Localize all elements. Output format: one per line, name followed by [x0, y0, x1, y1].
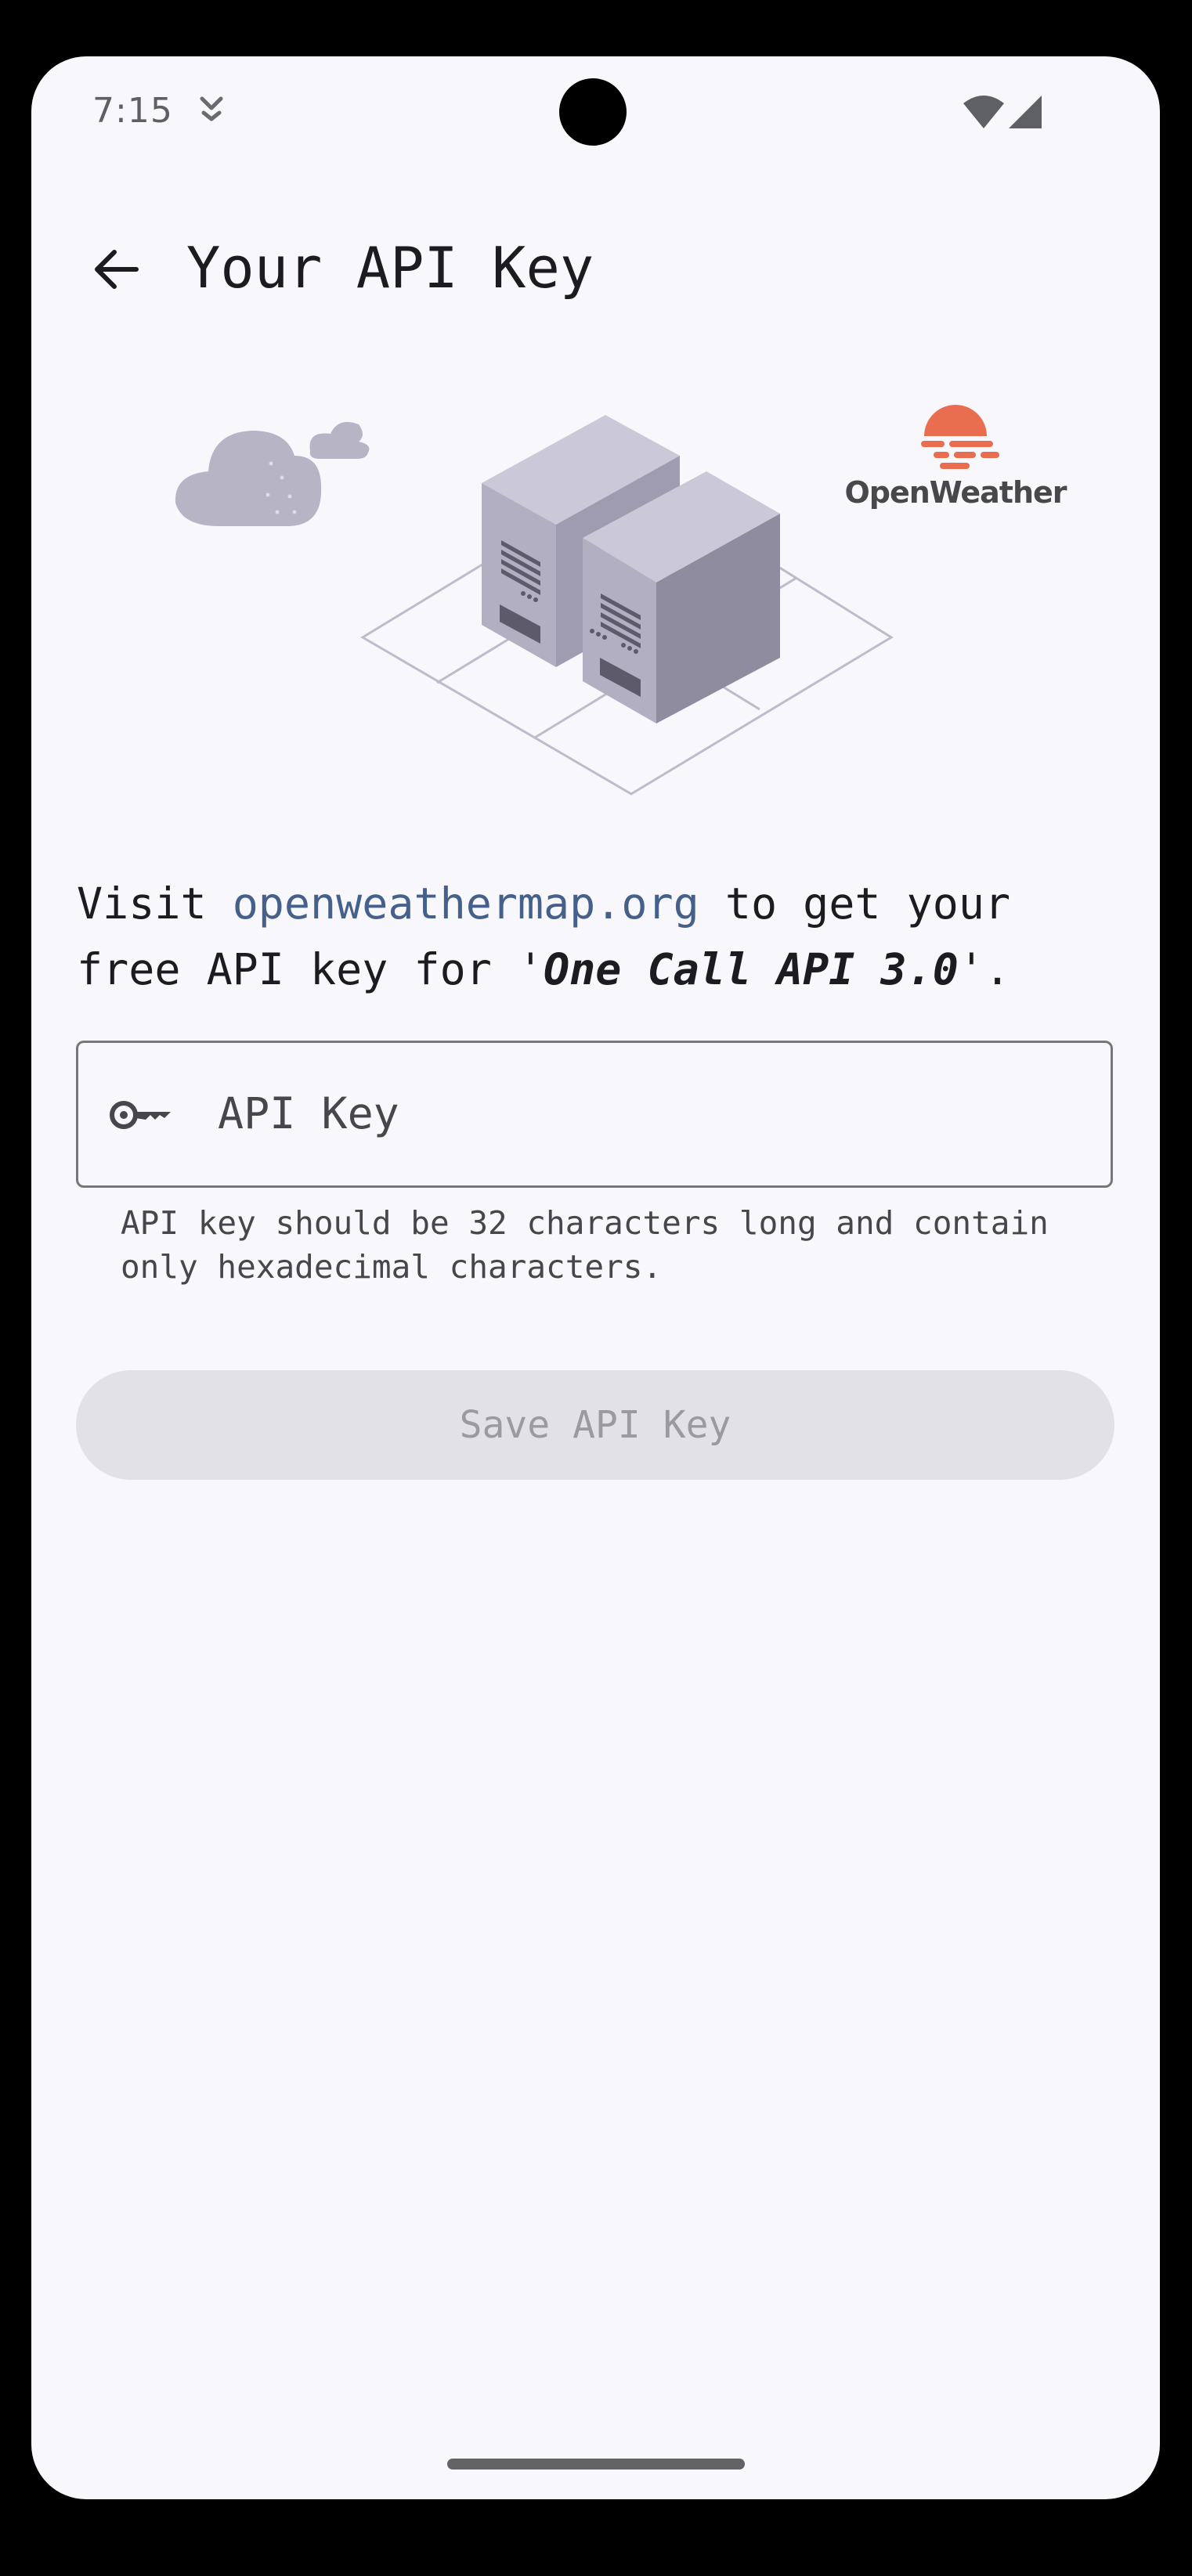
intro-emphasis: One Call API 3.0 [544, 944, 959, 994]
arrow-back-icon [95, 250, 139, 289]
brand-name: OpenWeather [844, 475, 1067, 510]
openweather-logo: OpenWeather [838, 366, 1073, 510]
status-bar: 7:15 [31, 56, 1160, 166]
intro-suffix: '. [958, 944, 1011, 994]
openweathermap-link[interactable]: openweathermap.org [233, 879, 699, 929]
status-time: 7:15 [92, 91, 173, 131]
api-key-helper-text: API key should be 32 characters long and… [121, 1204, 1049, 1286]
device-frame: 7:15 Your API Key OpenWeather Visit open… [0, 0, 1192, 2576]
intro-text: Visit openweathermap.org to get your fre… [77, 871, 1126, 1002]
navigation-gesture-bar[interactable] [447, 2459, 745, 2470]
cloud-icon [175, 421, 370, 526]
save-api-key-button[interactable]: Save API Key [76, 1370, 1114, 1480]
api-key-field[interactable] [76, 1041, 1113, 1188]
back-button[interactable] [77, 230, 155, 308]
sun-icon [921, 405, 999, 469]
notification-icon [200, 96, 223, 121]
api-key-input[interactable] [218, 1074, 1079, 1153]
camera-cutout [559, 78, 627, 146]
key-icon [110, 1101, 171, 1129]
intro-prefix: Visit [77, 879, 233, 929]
page-title: Your API Key [186, 235, 594, 301]
signal-icon [1009, 96, 1042, 128]
app-screen: 7:15 Your API Key OpenWeather Visit open… [31, 56, 1160, 2499]
wifi-icon [963, 96, 1004, 128]
app-bar: Your API Key [31, 213, 1160, 315]
